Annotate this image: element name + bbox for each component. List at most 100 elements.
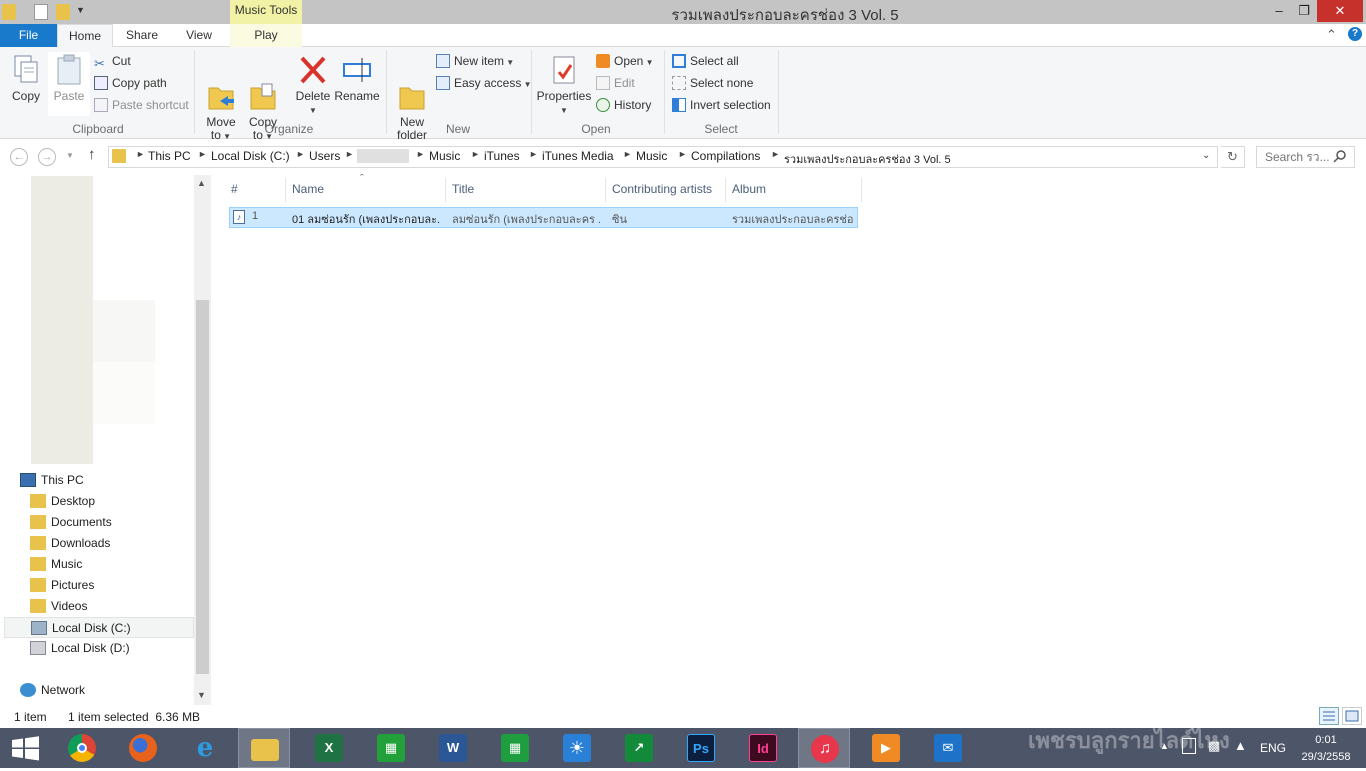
group-divider xyxy=(194,50,195,134)
taskbar-photoshop[interactable]: Ps xyxy=(675,728,727,768)
start-button[interactable] xyxy=(0,728,52,768)
recent-locations-dropdown[interactable]: ▼ xyxy=(66,151,74,160)
paste-shortcut-button[interactable]: Paste shortcut xyxy=(94,95,189,115)
help-icon[interactable]: ? xyxy=(1348,27,1362,41)
organize-group-label: Organize xyxy=(264,122,314,136)
taskbar-firefox[interactable] xyxy=(117,728,169,768)
tree-item-desktop[interactable]: Desktop xyxy=(30,491,194,512)
properties-button[interactable]: Properties ▼ xyxy=(536,54,592,117)
collapse-ribbon-icon[interactable]: ⌃ xyxy=(1326,27,1337,43)
new-folder-quick-icon[interactable] xyxy=(56,4,70,20)
tree-item-videos[interactable]: Videos xyxy=(30,596,194,617)
scroll-up-arrow[interactable]: ▲ xyxy=(197,178,206,188)
taskbar-chrome[interactable] xyxy=(56,728,108,768)
column-divider[interactable] xyxy=(605,178,606,202)
column-header-contributing-artists[interactable]: Contributing artists xyxy=(612,180,712,198)
easy-access-button[interactable]: Easy access ▼ xyxy=(436,73,532,93)
forward-button[interactable]: → xyxy=(38,148,56,166)
tab-share[interactable]: Share xyxy=(113,24,171,47)
taskbar-itunes[interactable]: ♫ xyxy=(798,728,850,768)
tree-item-local-disk-c[interactable]: Local Disk (C:) xyxy=(4,617,194,638)
tab-file[interactable]: File xyxy=(0,24,57,47)
rename-button[interactable]: Rename xyxy=(334,54,380,103)
music-icon xyxy=(30,557,46,571)
tree-item-pictures[interactable]: Pictures xyxy=(30,575,194,596)
taskbar-media-player[interactable]: ▶ xyxy=(860,728,912,768)
taskbar-file-explorer[interactable] xyxy=(238,728,290,768)
breadcrumb-username-redacted[interactable] xyxy=(357,149,409,163)
breadcrumb-separator: ► xyxy=(529,149,538,159)
taskbar-calculator[interactable]: ▦ xyxy=(489,728,541,768)
invert-selection-button[interactable]: Invert selection xyxy=(672,95,771,115)
tree-item-this-pc[interactable]: This PC xyxy=(20,470,194,491)
refresh-button[interactable]: ↻ xyxy=(1221,146,1245,168)
breadcrumb-current-folder[interactable]: รวมเพลงประกอบละครช่อง 3 Vol. 5 xyxy=(784,150,951,168)
show-hidden-icons-button[interactable]: ▲ xyxy=(1160,741,1169,751)
tab-home[interactable]: Home xyxy=(57,24,113,48)
breadcrumb-itunes-media[interactable]: iTunes Media xyxy=(542,149,614,163)
minimize-button[interactable]: – xyxy=(1266,0,1292,22)
input-language[interactable]: ENG xyxy=(1260,741,1286,755)
column-header-album[interactable]: Album xyxy=(732,180,766,198)
breadcrumb-compilations[interactable]: Compilations xyxy=(691,149,760,163)
copy-path-button[interactable]: Copy path xyxy=(94,73,167,93)
column-header-number[interactable]: # xyxy=(231,180,238,198)
taskbar-indesign[interactable]: Id xyxy=(737,728,789,768)
column-header-title[interactable]: Title xyxy=(452,180,474,198)
tree-item-documents[interactable]: Documents xyxy=(30,512,194,533)
address-history-dropdown[interactable]: ⌄ xyxy=(1202,150,1210,161)
tab-view[interactable]: View xyxy=(171,24,227,47)
breadcrumb-local-disk[interactable]: Local Disk (C:) xyxy=(211,149,290,163)
move-to-button[interactable]: Move to ▼ xyxy=(202,54,240,143)
taskbar-finance[interactable]: ↗ xyxy=(613,728,665,768)
breadcrumb-music[interactable]: Music xyxy=(429,149,460,163)
taskbar-store[interactable]: ▦ xyxy=(365,728,417,768)
cut-button[interactable]: ✂ Cut xyxy=(94,51,131,71)
nav-scrollbar-thumb[interactable] xyxy=(196,300,209,674)
delete-button[interactable]: Delete ▼ xyxy=(292,54,334,117)
taskbar-weather[interactable]: ☀ xyxy=(551,728,603,768)
quick-access-dropdown-icon[interactable]: ▼ xyxy=(76,5,85,15)
search-icon[interactable] xyxy=(1333,149,1347,163)
properties-quick-icon[interactable] xyxy=(34,4,48,20)
tree-item-music[interactable]: Music xyxy=(30,554,194,575)
tree-item-label: Local Disk (C:) xyxy=(52,621,131,635)
tree-item-local-disk-d[interactable]: Local Disk (D:) xyxy=(30,638,194,659)
taskbar-mail[interactable]: ✉ xyxy=(922,728,974,768)
breadcrumb-this-pc[interactable]: This PC xyxy=(148,149,191,163)
back-button[interactable]: ← xyxy=(10,148,28,166)
up-button[interactable]: ↑ xyxy=(88,146,96,163)
details-view-button[interactable] xyxy=(1319,707,1339,725)
select-none-button[interactable]: Select none xyxy=(672,73,753,93)
close-button[interactable]: ✕ xyxy=(1317,0,1363,22)
taskbar-excel[interactable]: X xyxy=(303,728,355,768)
breadcrumb-users[interactable]: Users xyxy=(309,149,340,163)
column-divider[interactable] xyxy=(861,178,862,202)
volume-tray-icon[interactable]: ▲ xyxy=(1234,738,1247,753)
select-all-button[interactable]: Select all xyxy=(672,51,739,71)
maximize-button[interactable]: ❐ xyxy=(1292,0,1316,22)
history-button[interactable]: History xyxy=(596,95,651,115)
open-button[interactable]: Open ▼ xyxy=(596,51,654,71)
tree-item-downloads[interactable]: Downloads xyxy=(30,533,194,554)
taskbar-word[interactable]: W xyxy=(427,728,479,768)
column-divider[interactable] xyxy=(285,178,286,202)
large-icons-view-button[interactable] xyxy=(1342,707,1362,725)
clock[interactable]: 0:01 29/3/2558 xyxy=(1296,732,1356,766)
copy-button[interactable]: Copy xyxy=(6,54,46,103)
device-tray-icon[interactable] xyxy=(1182,738,1196,754)
tree-item-network[interactable]: Network xyxy=(20,680,194,701)
tree-item-label: This PC xyxy=(41,473,84,487)
column-divider[interactable] xyxy=(725,178,726,202)
edit-button[interactable]: Edit xyxy=(596,73,635,93)
column-header-name[interactable]: Name xyxy=(292,180,324,198)
column-divider[interactable] xyxy=(445,178,446,202)
taskbar-internet-explorer[interactable]: e xyxy=(179,728,231,768)
network-tray-icon[interactable]: ▩ xyxy=(1208,738,1220,754)
new-item-button[interactable]: New item ▼ xyxy=(436,51,514,71)
breadcrumb-itunes[interactable]: iTunes xyxy=(484,149,520,163)
paste-button[interactable]: Paste xyxy=(48,52,90,116)
tab-play[interactable]: Play xyxy=(230,24,302,47)
breadcrumb-music-2[interactable]: Music xyxy=(636,149,667,163)
scroll-down-arrow[interactable]: ▼ xyxy=(197,690,206,700)
